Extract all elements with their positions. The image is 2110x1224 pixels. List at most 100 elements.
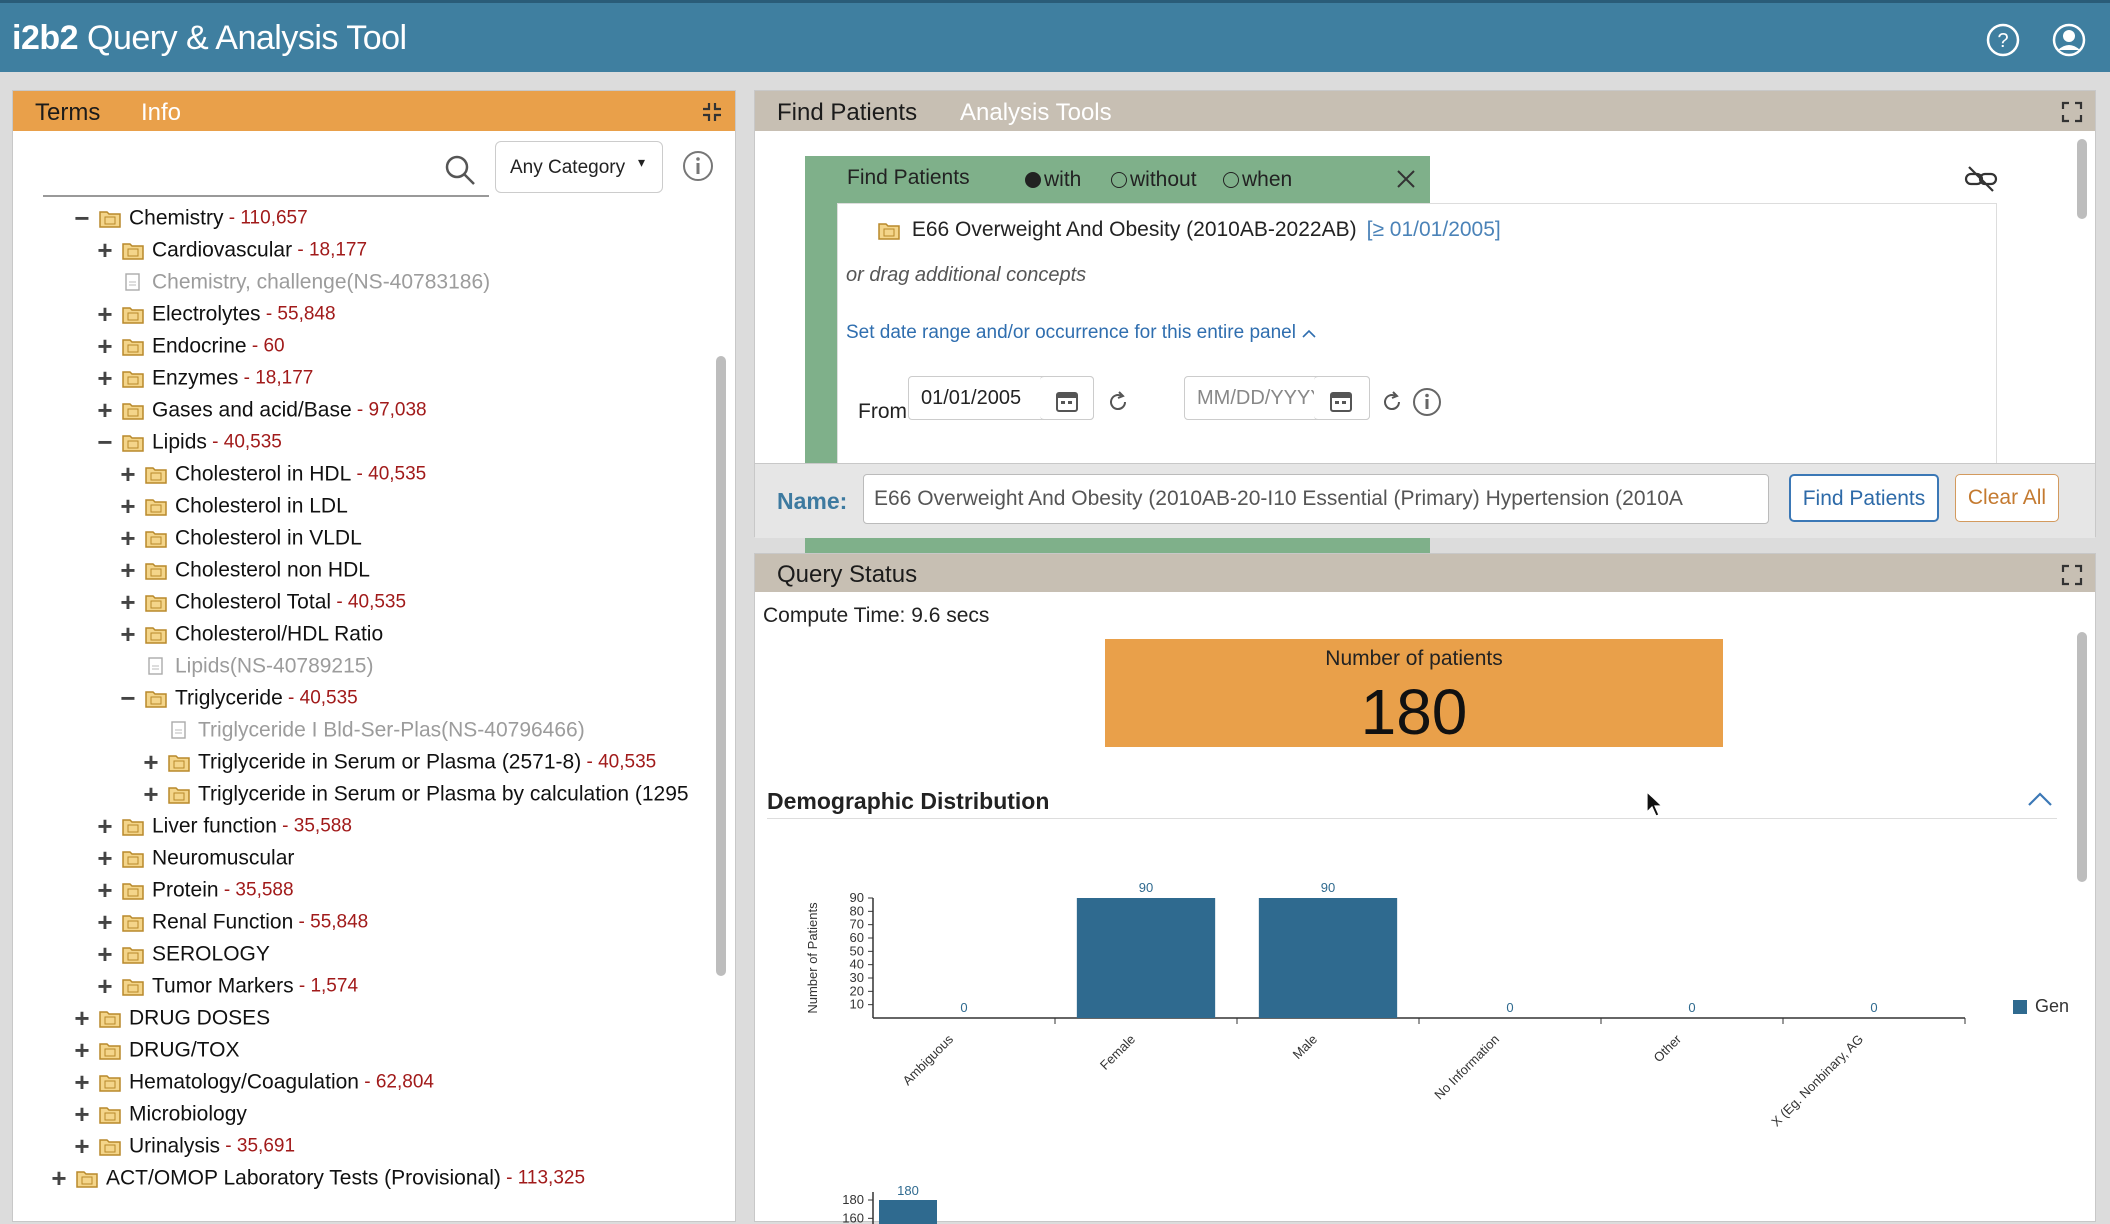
tree-item[interactable]: +Cholesterol in HDL - 40,535 [117,459,426,489]
expand-plus-icon[interactable]: + [71,1131,93,1161]
tree-item[interactable]: +Gases and acid/Base - 97,038 [94,395,427,425]
tree-item[interactable]: +Cholesterol in VLDL [117,523,362,553]
tree-item[interactable]: +Neuromuscular [94,843,294,873]
tree-item[interactable]: +SEROLOGY [94,939,270,969]
tab-info[interactable]: Info [141,99,181,127]
expand-plus-icon[interactable]: + [117,459,139,489]
concept-item[interactable]: E66 Overweight And Obesity (2010AB-2022A… [878,218,1501,242]
tab-find-patients[interactable]: Find Patients [777,99,917,127]
tree-item[interactable]: +Tumor Markers - 1,574 [94,971,358,1001]
search-input[interactable] [43,195,489,197]
tree-item[interactable]: +Protein - 35,588 [94,875,294,905]
expand-plus-icon[interactable]: + [117,619,139,649]
calendar-icon[interactable] [1328,388,1354,414]
expand-plus-icon[interactable]: + [94,843,116,873]
expand-plus-icon[interactable]: + [94,811,116,841]
reset-date-icon[interactable] [1380,390,1404,414]
expand-plus-icon[interactable]: + [71,1035,93,1065]
scrollbar[interactable] [2077,632,2087,882]
expand-plus-icon[interactable]: + [94,875,116,905]
scrollbar[interactable] [716,356,726,976]
x-tick-label: Male [1290,1032,1321,1063]
tree-item[interactable]: +Enzymes - 18,177 [94,363,313,393]
expand-icon[interactable] [2061,564,2083,586]
tree-item[interactable]: +Triglyceride in Serum or Plasma (2571-8… [140,747,656,777]
unlink-icon[interactable] [1963,165,1999,193]
expand-plus-icon[interactable]: + [94,395,116,425]
tree-item[interactable]: +Liver function - 35,588 [94,811,352,841]
expand-plus-icon[interactable]: + [94,939,116,969]
tree-item[interactable]: +Microbiology [71,1099,247,1129]
find-patients-button[interactable]: Find Patients [1789,474,1939,522]
expand-plus-icon[interactable]: + [117,523,139,553]
close-icon[interactable] [1395,168,1417,190]
expand-plus-icon[interactable]: + [94,235,116,265]
tree-item[interactable]: Chemistry, challenge(NS-40783186) [94,267,490,297]
expand-plus-icon[interactable]: + [117,555,139,585]
tree-item[interactable]: +Urinalysis - 35,691 [71,1131,295,1161]
document-icon [168,720,190,740]
date-range-link[interactable]: Set date range and/or occurrence for thi… [846,322,1317,344]
tree-item[interactable]: +Cholesterol in LDL [117,491,348,521]
chevron-up-icon[interactable] [2027,790,2053,808]
expand-plus-icon[interactable]: + [71,1003,93,1033]
tree-item-count: - 1,574 [294,975,358,996]
expand-plus-icon[interactable]: + [48,1163,70,1193]
tree-item[interactable]: −Triglyceride - 40,535 [117,683,358,713]
folder-icon [168,752,190,772]
reset-date-icon[interactable] [1106,390,1130,414]
tree-item[interactable]: +Cholesterol non HDL [117,555,370,585]
tree-item[interactable]: +ACT/OMOP Laboratory Tests (Provisional)… [48,1163,585,1193]
expand-plus-icon[interactable]: + [94,299,116,329]
expand-plus-icon[interactable]: + [94,331,116,361]
expand-plus-icon[interactable]: + [117,491,139,521]
tree-item[interactable]: +Renal Function - 55,848 [94,907,368,937]
tab-analysis-tools[interactable]: Analysis Tools [960,99,1112,127]
expand-plus-icon[interactable]: + [71,1099,93,1129]
concept-date-constraint[interactable]: [≥ 01/01/2005] [1367,218,1501,241]
calendar-icon[interactable] [1054,388,1080,414]
expand-plus-icon[interactable]: + [140,779,162,809]
category-select[interactable]: Any Category ▾ [495,141,663,193]
tree-item[interactable]: +Cholesterol Total - 40,535 [117,587,406,617]
tree-item[interactable]: +Cholesterol/HDL Ratio [117,619,383,649]
tree-item[interactable]: +Triglyceride in Serum or Plasma by calc… [140,779,689,809]
collapse-minus-icon[interactable]: − [117,683,139,713]
tree-item[interactable]: +DRUG DOSES [71,1003,270,1033]
expand-plus-icon[interactable]: + [94,971,116,1001]
tree-item[interactable]: +Electrolytes - 55,848 [94,299,336,329]
expand-icon[interactable] [2061,101,2083,123]
tree-item[interactable]: +Hematology/Coagulation - 62,804 [71,1067,434,1097]
tree-item-label: Cholesterol in HDL [175,462,351,485]
search-icon[interactable] [443,153,477,187]
tab-terms[interactable]: Terms [35,99,100,127]
scrollbar[interactable] [2077,139,2087,219]
radio-when[interactable]: when [1223,168,1292,192]
expand-plus-icon[interactable]: + [94,907,116,937]
data-label: 0 [960,1000,967,1015]
collapse-minus-icon[interactable]: − [71,203,93,233]
expand-plus-icon[interactable]: + [140,747,162,777]
radio-without[interactable]: without [1111,168,1197,192]
from-label: From: [858,400,913,424]
tree-item[interactable]: +DRUG/TOX [71,1035,239,1065]
info-icon[interactable] [681,149,715,183]
help-icon[interactable]: ? [1986,23,2020,57]
expand-plus-icon[interactable]: + [94,363,116,393]
tree-item[interactable]: Triglyceride I Bld-Ser-Plas(NS-40796466) [140,715,585,745]
user-icon[interactable] [2052,23,2086,57]
query-name-input[interactable]: E66 Overweight And Obesity (2010AB-20-I1… [863,474,1769,524]
collapse-icon[interactable] [701,101,723,123]
clear-all-button[interactable]: Clear All [1955,474,2059,522]
collapse-minus-icon[interactable]: − [94,427,116,457]
tree-item[interactable]: Lipids(NS-40789215) [117,651,373,681]
info-icon[interactable] [1412,387,1442,417]
radio-with[interactable]: with [1025,168,1081,192]
tree-item[interactable]: −Chemistry - 110,657 [71,203,308,233]
tree-item-label: Triglyceride [175,686,283,709]
expand-plus-icon[interactable]: + [117,587,139,617]
tree-item[interactable]: +Endocrine - 60 [94,331,285,361]
tree-item[interactable]: +Cardiovascular - 18,177 [94,235,367,265]
tree-item[interactable]: −Lipids - 40,535 [94,427,282,457]
expand-plus-icon[interactable]: + [71,1067,93,1097]
